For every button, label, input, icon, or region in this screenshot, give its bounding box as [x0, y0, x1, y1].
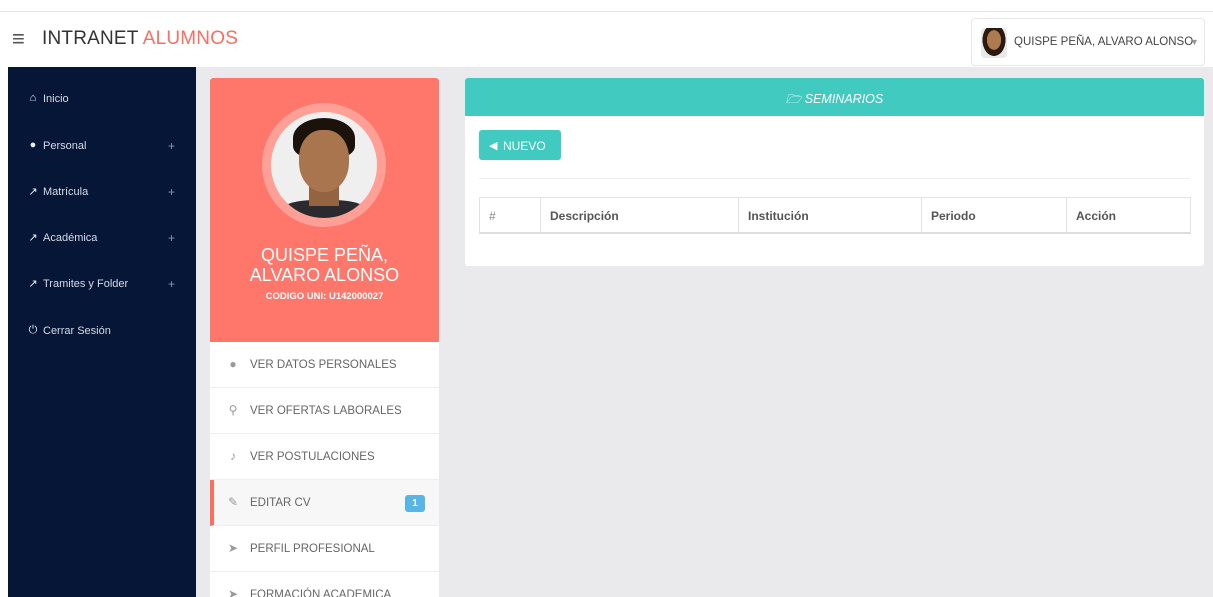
seminarios-table: # Descripción Institución Periodo Acción — [479, 197, 1191, 234]
top-navbar: ≡ INTRANET ALUMNOS QUISPE PEÑA, ALVARO A… — [0, 11, 1213, 67]
divider — [479, 178, 1190, 179]
menu-ver-ofertas-laborales[interactable]: ⚲ VER OFERTAS LABORALES — [210, 388, 439, 434]
column-header-descripcion[interactable]: Descripción — [541, 198, 739, 233]
column-header-institucion[interactable]: Institución — [739, 198, 922, 233]
menu-ver-datos-personales[interactable]: ● VER DATOS PERSONALES — [210, 342, 439, 388]
bell-icon: ♪ — [230, 449, 236, 463]
menu-label: EDITAR CV — [250, 497, 311, 509]
avatar — [981, 28, 1007, 58]
sidebar-item-label: Inicio — [43, 93, 69, 105]
home-icon: ⌂ — [29, 92, 37, 104]
profile-card: QUISPE PEÑA, ALVARO ALONSO CODIGO UNI: U… — [210, 78, 439, 597]
column-header-periodo[interactable]: Periodo — [922, 198, 1067, 233]
column-header-accion[interactable]: Acción — [1067, 198, 1191, 233]
panel-title-text: SEMINARIOS — [804, 92, 884, 106]
sidebar-item-academica[interactable]: ↗ Académica + — [8, 215, 196, 261]
brand-accent: ALUMNOS — [142, 28, 239, 49]
menu-label: PERFIL PROFESIONAL — [250, 543, 375, 555]
sidebar-item-label: Académica — [43, 232, 98, 244]
brand-main: INTRANET — [42, 28, 139, 49]
menu-label: VER DATOS PERSONALES — [250, 359, 397, 371]
hamburger-icon[interactable]: ≡ — [12, 28, 25, 50]
menu-ver-postulaciones[interactable]: ♪ VER POSTULACIONES — [210, 434, 439, 480]
location-arrow-icon: ➤ — [227, 541, 239, 555]
location-arrow-icon: ➤ — [227, 587, 239, 597]
expand-icon[interactable]: + — [168, 277, 175, 291]
expand-icon[interactable]: + — [168, 231, 175, 245]
menu-perfil-profesional[interactable]: ➤ PERFIL PROFESIONAL — [210, 526, 439, 572]
user-name: QUISPE PEÑA, ALVARO ALONSO — [1014, 36, 1194, 48]
menu-formacion-academica[interactable]: ➤ FORMACIÓN ACADEMICA — [210, 572, 439, 597]
sidebar-item-personal[interactable]: ● Personal + — [8, 123, 196, 169]
expand-icon[interactable]: + — [168, 139, 175, 153]
profile-name: QUISPE PEÑA, ALVARO ALONSO — [210, 245, 439, 285]
sidebar-item-tramites[interactable]: ↗ Tramites y Folder + — [8, 261, 196, 307]
sidebar-item-cerrar-sesion[interactable]: ⏻ Cerrar Sesión — [8, 308, 196, 354]
panel-title: 🗁 SEMINARIOS — [465, 90, 1204, 111]
menu-label: VER POSTULACIONES — [250, 451, 375, 463]
sidebar-item-label: Matrícula — [43, 186, 89, 198]
column-header-number[interactable]: # — [480, 198, 541, 233]
sidebar-item-label: Cerrar Sesión — [43, 325, 111, 337]
seminarios-panel: 🗁 SEMINARIOS ◀ NUEVO # Descripción Insti… — [465, 78, 1204, 266]
user-icon: ● — [29, 139, 37, 151]
search-icon: ⚲ — [228, 403, 238, 417]
panel-header: 🗁 SEMINARIOS — [465, 78, 1204, 116]
sidebar-item-matricula[interactable]: ↗ Matrícula + — [8, 169, 196, 215]
student-code: CODIGO UNI: U142000027 — [265, 291, 384, 302]
profile-name-line2: ALVARO ALONSO — [249, 265, 400, 285]
sidebar-item-label: Tramites y Folder — [43, 278, 129, 290]
brand-logo[interactable]: INTRANET ALUMNOS — [42, 28, 238, 50]
nuevo-button-label: NUEVO — [503, 139, 546, 153]
folder-open-icon: 🗁 — [785, 92, 802, 106]
menu-label: FORMACIÓN ACADEMICA — [250, 589, 392, 597]
power-icon: ⏻ — [28, 324, 38, 336]
external-link-icon: ↗ — [28, 278, 38, 290]
external-link-icon: ↗ — [28, 186, 38, 198]
user-icon: ● — [229, 357, 237, 371]
external-link-icon: ↗ — [28, 232, 38, 244]
bullhorn-icon: ◀ — [489, 140, 498, 152]
user-menu-dropdown[interactable]: QUISPE PEÑA, ALVARO ALONSO ▼ — [971, 18, 1205, 66]
sidebar-item-inicio[interactable]: ⌂ Inicio — [8, 76, 196, 122]
caret-down-icon: ▼ — [1190, 37, 1199, 47]
nuevo-button[interactable]: ◀ NUEVO — [479, 130, 561, 160]
profile-name-line1: QUISPE PEÑA, — [260, 245, 389, 265]
edit-icon: ✎ — [227, 495, 239, 509]
menu-label: VER OFERTAS LABORALES — [250, 405, 402, 417]
menu-editar-cv[interactable]: ✎ EDITAR CV 1 — [210, 480, 439, 526]
sidebar-item-label: Personal — [43, 140, 87, 152]
profile-photo — [271, 112, 377, 218]
sidebar: ⌂ Inicio ● Personal + ↗ Matrícula + ↗ Ac… — [8, 67, 196, 597]
count-badge: 1 — [405, 495, 425, 512]
profile-header: QUISPE PEÑA, ALVARO ALONSO CODIGO UNI: U… — [210, 78, 439, 342]
expand-icon[interactable]: + — [168, 185, 175, 199]
